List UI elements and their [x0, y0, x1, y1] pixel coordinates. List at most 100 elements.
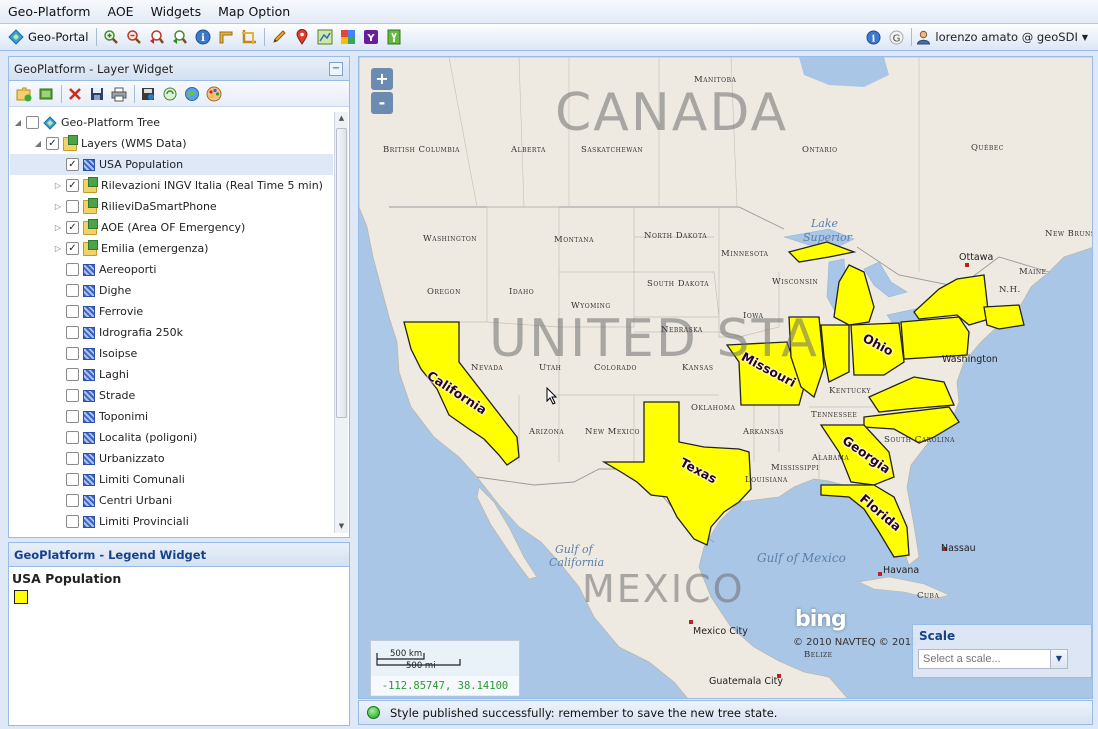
layer-checkbox[interactable] — [66, 452, 79, 465]
tree-node-label: Aereoporti — [99, 263, 157, 276]
expand-arrow-icon[interactable]: ◢ — [13, 118, 23, 127]
tree-node[interactable]: ▷ ✓ Emilia (emergenza) — [10, 238, 333, 259]
menu-aoe[interactable]: AOE — [107, 2, 133, 21]
scrollbar-thumb[interactable] — [336, 128, 347, 418]
add-folder-button[interactable] — [15, 85, 33, 103]
info-icon: i — [866, 30, 881, 44]
geo-portal-button[interactable]: Geo-Portal — [8, 27, 88, 47]
tree-scrollbar[interactable]: ▲ ▼ — [334, 112, 348, 533]
layer-checkbox[interactable]: ✓ — [66, 179, 79, 192]
map-panel[interactable]: + - CANADA UNITED STA MEXICO Manitoba Br… — [358, 56, 1093, 699]
map-zoom-in-button[interactable]: + — [371, 68, 393, 90]
label-new-mexico: New Mexico — [585, 427, 640, 437]
style-button[interactable] — [205, 85, 223, 103]
tree-node[interactable]: ◢ Geo-Platform Tree — [10, 112, 333, 133]
collapse-arrow-icon[interactable]: ▷ — [53, 223, 63, 232]
user-menu[interactable]: lorenzo amato @ geoSDI ▼ — [916, 30, 1088, 45]
tree-node[interactable]: Toponimi — [10, 406, 333, 427]
layer-checkbox[interactable] — [66, 389, 79, 402]
google-button[interactable] — [338, 27, 358, 47]
print-button[interactable] — [110, 85, 128, 103]
layer-checkbox[interactable] — [66, 368, 79, 381]
collapse-arrow-icon[interactable]: ▷ — [53, 244, 63, 253]
marker-icon — [296, 29, 308, 45]
add-layer-button[interactable] — [37, 85, 55, 103]
toolbar-separator — [134, 84, 135, 103]
collapse-arrow-icon[interactable]: ▷ — [53, 202, 63, 211]
tree-node[interactable]: Aereoporti — [10, 259, 333, 280]
info-button[interactable]: i — [193, 27, 213, 47]
tree-node[interactable]: Ferrovie — [10, 301, 333, 322]
layer-checkbox[interactable] — [66, 326, 79, 339]
layer-checkbox[interactable] — [66, 515, 79, 528]
about-button[interactable]: i — [863, 27, 883, 47]
status-ok-icon — [367, 706, 380, 719]
tree-node[interactable]: ▷ RilieviDaSmartPhone — [10, 196, 333, 217]
layer-checkbox[interactable] — [26, 116, 39, 129]
layer-checkbox[interactable] — [66, 473, 79, 486]
city-washington-dc: Washington — [942, 354, 998, 365]
scale-select-input[interactable] — [918, 649, 1068, 669]
tree-node[interactable]: Urbanizzato — [10, 448, 333, 469]
menu-map-option[interactable]: Map Option — [218, 2, 290, 21]
tree-node[interactable]: Dighe — [10, 280, 333, 301]
label-british-columbia: British Columbia — [383, 145, 460, 155]
city-nassau: Nassau — [941, 543, 976, 554]
book-button[interactable] — [384, 27, 404, 47]
tree-node[interactable]: ▷ ✓ AOE (Area OF Emergency) — [10, 217, 333, 238]
label-superior: Superior — [803, 231, 852, 244]
layer-checkbox[interactable] — [66, 200, 79, 213]
scroll-up-icon[interactable]: ▲ — [335, 112, 348, 125]
layer-checkbox[interactable] — [66, 305, 79, 318]
tree-node[interactable]: Laghi — [10, 364, 333, 385]
tree-node[interactable]: Localita (poligoni) — [10, 427, 333, 448]
measure-button[interactable] — [216, 27, 236, 47]
layer-checkbox[interactable] — [66, 263, 79, 276]
label-minnesota: Minnesota — [721, 249, 769, 259]
wms-button[interactable] — [183, 85, 201, 103]
tree-node[interactable]: Limiti Provinciali — [10, 511, 333, 532]
marker-button[interactable] — [292, 27, 312, 47]
zoom-next-button[interactable] — [170, 27, 190, 47]
add-layer-icon — [39, 88, 53, 99]
menu-widgets[interactable]: Widgets — [151, 2, 202, 21]
tree-node[interactable]: ◢ ✓ Layers (WMS Data) — [10, 133, 333, 154]
layer-checkbox[interactable]: ✓ — [66, 242, 79, 255]
scale-widget-title: Scale — [919, 629, 956, 643]
layer-checkbox[interactable] — [66, 494, 79, 507]
yahoo-button[interactable]: Y — [361, 27, 381, 47]
layer-checkbox[interactable] — [66, 284, 79, 297]
zoom-out-button[interactable] — [124, 27, 144, 47]
tree-node[interactable]: ✓ USA Population — [10, 154, 333, 175]
scroll-down-icon[interactable]: ▼ — [335, 520, 348, 533]
tree-node[interactable]: Limiti Comunali — [10, 469, 333, 490]
measure-area-button[interactable] — [239, 27, 259, 47]
edit-button[interactable] — [269, 27, 289, 47]
map-export-button[interactable] — [315, 27, 335, 47]
layer-checkbox[interactable] — [66, 431, 79, 444]
tree-node[interactable]: Strade — [10, 385, 333, 406]
layer-checkbox[interactable] — [66, 347, 79, 360]
save-tree-button[interactable] — [139, 85, 157, 103]
map-zoom-out-button[interactable]: - — [371, 92, 393, 114]
chevron-down-icon[interactable]: ▼ — [1050, 649, 1068, 669]
user-label: lorenzo amato @ geoSDI — [935, 30, 1078, 44]
collapse-arrow-icon[interactable]: ▷ — [53, 181, 63, 190]
refresh-button[interactable] — [161, 85, 179, 103]
tree-node[interactable]: Idrografia 250k — [10, 322, 333, 343]
menu-geo-platform[interactable]: Geo-Platform — [8, 2, 90, 21]
tree-node[interactable]: ▷ ✓ Rilevazioni INGV Italia (Real Time 5 m… — [10, 175, 333, 196]
zoom-previous-button[interactable] — [147, 27, 167, 47]
tree-node[interactable]: Isoipse — [10, 343, 333, 364]
delete-button[interactable] — [66, 85, 84, 103]
layer-checkbox[interactable]: ✓ — [46, 137, 59, 150]
save-button[interactable] — [88, 85, 106, 103]
tree-node[interactable]: Centri Urbani — [10, 490, 333, 511]
layer-checkbox[interactable]: ✓ — [66, 158, 79, 171]
collapse-button[interactable]: − — [329, 62, 343, 76]
google-account-button[interactable]: G — [886, 27, 906, 47]
layer-checkbox[interactable]: ✓ — [66, 221, 79, 234]
expand-arrow-icon[interactable]: ◢ — [33, 139, 43, 148]
layer-checkbox[interactable] — [66, 410, 79, 423]
zoom-in-button[interactable] — [101, 27, 121, 47]
